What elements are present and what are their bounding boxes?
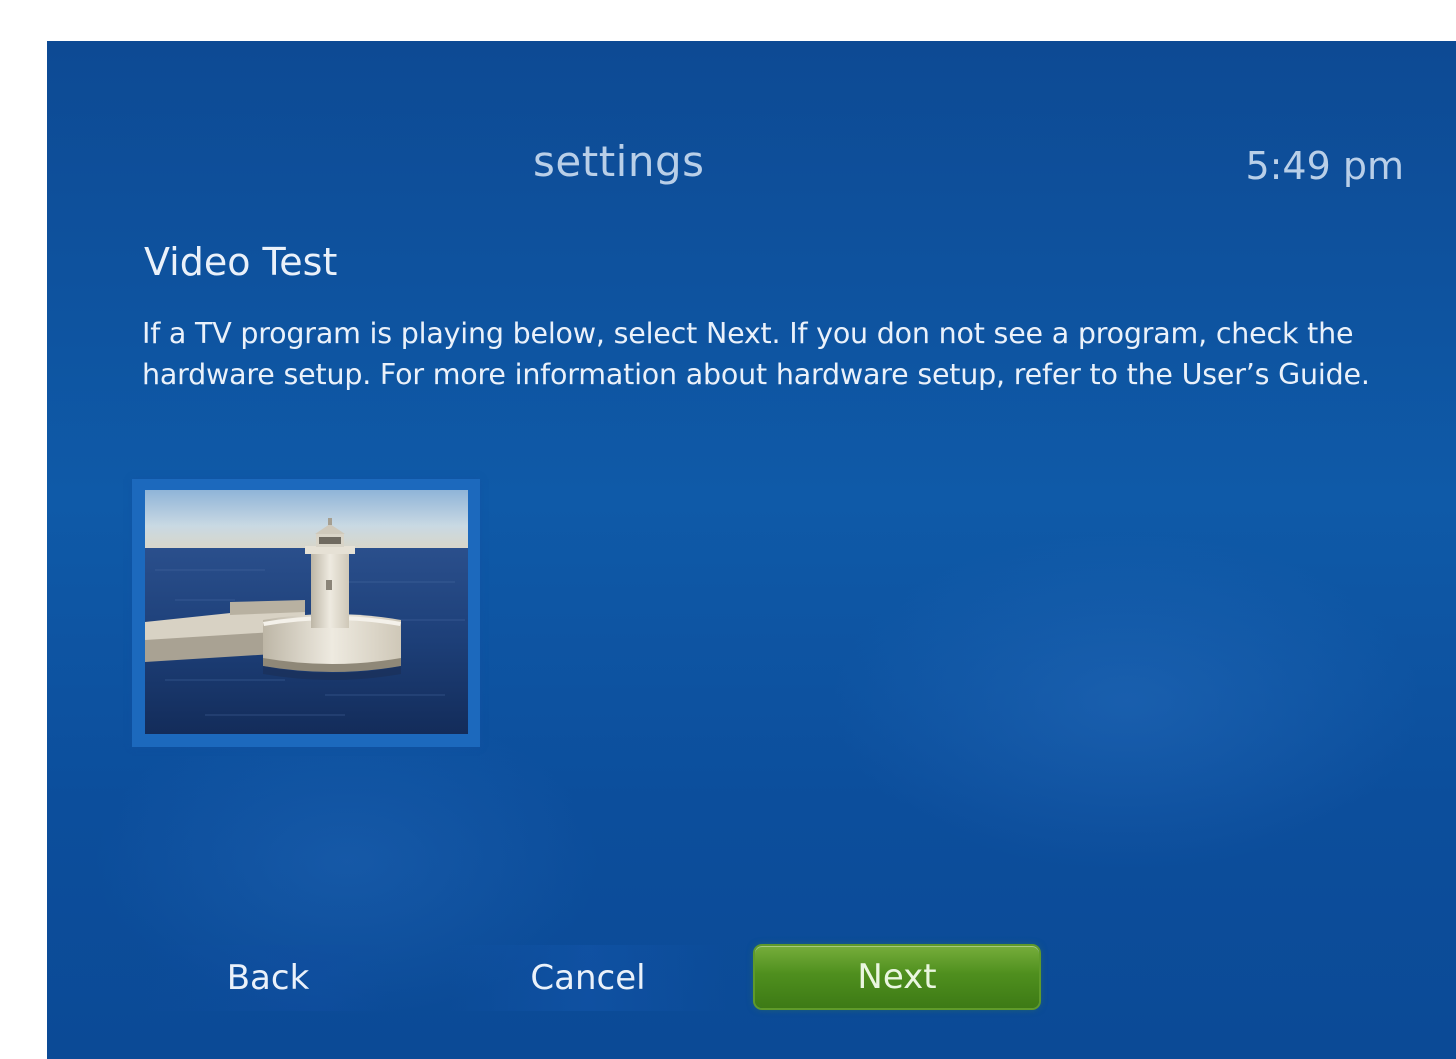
media-center-screen: settings 5:49 pm Video Test If a TV prog…: [47, 41, 1456, 1059]
clock: 5:49 pm: [1245, 144, 1404, 188]
back-button[interactable]: Back: [145, 945, 391, 1011]
section-heading: Video Test: [144, 240, 338, 284]
instructions-text: If a TV program is playing below, select…: [142, 317, 1370, 391]
next-button[interactable]: Next: [755, 946, 1039, 1008]
page-title: settings: [533, 137, 705, 186]
video-preview: [132, 479, 480, 747]
cancel-button[interactable]: Cancel: [449, 945, 727, 1011]
lighthouse-image: [145, 490, 468, 734]
